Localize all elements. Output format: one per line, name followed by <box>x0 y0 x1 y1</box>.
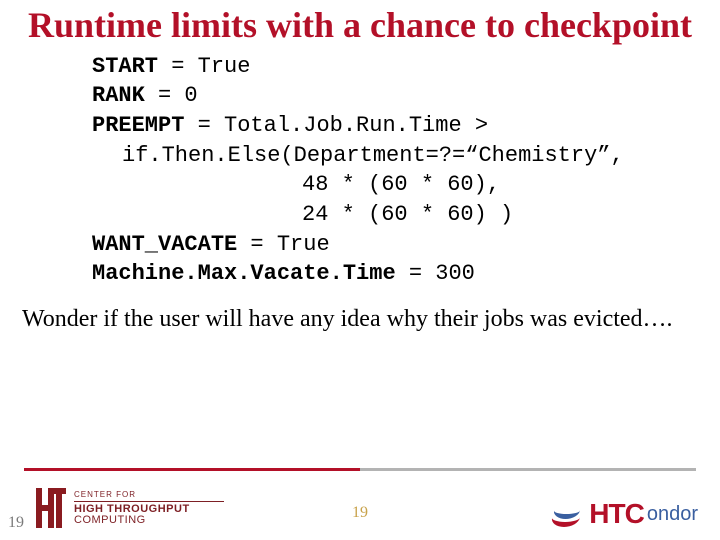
page-number-left: 19 <box>4 514 28 532</box>
htcondor-ht: HTC <box>589 498 644 530</box>
kw-wv: WANT_VACATE <box>92 232 237 257</box>
val-mmvt: = 300 <box>396 261 475 286</box>
config-line-mmvt: Machine.Max.Vacate.Time = 300 <box>92 259 716 289</box>
config-block: START = True RANK = 0 PREEMPT = Total.Jo… <box>92 52 716 290</box>
ht-monogram-icon <box>30 488 66 528</box>
slide-content: START = True RANK = 0 PREEMPT = Total.Jo… <box>0 46 720 290</box>
htc-line2: HIGH THROUGHPUT <box>74 504 224 515</box>
divider <box>24 468 696 471</box>
htc-line1: CENTER FOR <box>74 491 224 499</box>
config-line-rank: RANK = 0 <box>92 81 716 111</box>
val-rank: = 0 <box>145 83 198 108</box>
htc-text: CENTER FOR HIGH THROUGHPUT COMPUTING <box>74 491 224 526</box>
page-number-center: 19 <box>352 504 368 522</box>
divider-red <box>24 468 360 471</box>
config-line-preempt: PREEMPT = Total.Job.Run.Time > <box>92 111 716 141</box>
htc-rule <box>74 501 224 502</box>
config-line-wv: WANT_VACATE = True <box>92 230 716 260</box>
htc-line3: COMPUTING <box>74 515 224 526</box>
remark-text: Wonder if the user will have any idea wh… <box>22 305 698 334</box>
footer: CENTER FOR HIGH THROUGHPUT COMPUTING 19 … <box>0 472 720 540</box>
kw-preempt: PREEMPT <box>92 113 184 138</box>
config-line-ifthen: if.Then.Else(Department=?=“Chemistry”, <box>92 141 716 171</box>
kw-mmvt: Machine.Max.Vacate.Time <box>92 261 396 286</box>
htc-computing-logo: CENTER FOR HIGH THROUGHPUT COMPUTING <box>30 488 224 528</box>
htcondor-logo: HTCondor <box>552 498 698 530</box>
config-line-48: 48 * (60 * 60), <box>92 170 716 200</box>
val-preempt: = Total.Job.Run.Time > <box>184 113 488 138</box>
htcondor-ondor: ondor <box>647 503 698 526</box>
val-wv: = True <box>237 232 329 257</box>
slide-title: Runtime limits with a chance to checkpoi… <box>0 0 720 46</box>
divider-gray <box>360 468 696 471</box>
config-line-24: 24 * (60 * 60) ) <box>92 200 716 230</box>
kw-start: START <box>92 54 158 79</box>
kw-rank: RANK <box>92 83 145 108</box>
swoosh-icon <box>552 502 582 526</box>
val-start: = True <box>158 54 250 79</box>
config-line-start: START = True <box>92 52 716 82</box>
